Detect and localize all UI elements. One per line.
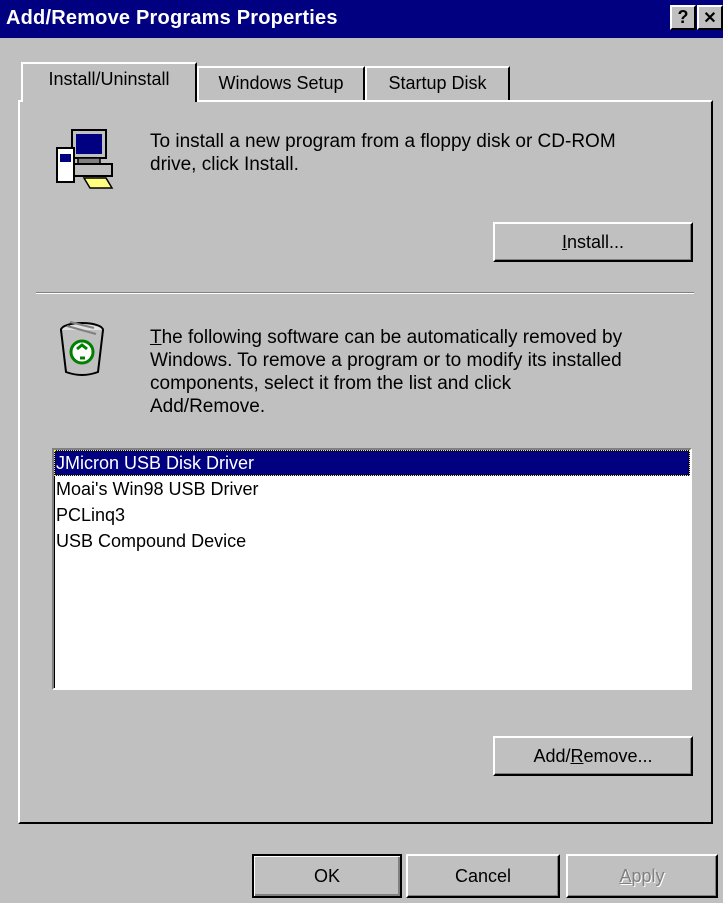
window-title: Add/Remove Programs Properties — [6, 7, 338, 29]
install-button-label: nstall... — [566, 232, 625, 252]
tab-label: Install/Uninstall — [48, 69, 170, 89]
list-item[interactable]: USB Compound Device — [54, 528, 690, 554]
tab-startup-disk[interactable]: Startup Disk — [365, 66, 510, 100]
tab-windows-setup[interactable]: Windows Setup — [197, 66, 365, 100]
tab-label: Startup Disk — [388, 73, 487, 93]
apply-button-label: Apply — [619, 866, 664, 886]
section-divider — [36, 292, 694, 294]
add-remove-button-label: emove... — [583, 746, 653, 766]
install-instruction-line1: To install a new program from a floppy d… — [150, 131, 616, 152]
list-item[interactable]: JMicron USB Disk Driver — [54, 450, 690, 476]
remove-mnemonic: T — [150, 327, 162, 348]
remove-instruction-text: he following software can be automatical… — [161, 327, 623, 348]
title-bar[interactable]: Add/Remove Programs Properties ? ✕ — [0, 0, 723, 38]
remove-instruction-line2: Windows. To remove a program or to modif… — [150, 350, 622, 371]
remove-instruction-line1: The following software can be automatica… — [150, 326, 622, 349]
recycle-bin-icon — [60, 321, 104, 376]
tab-panel: To install a new program from a floppy d… — [18, 100, 713, 824]
list-item[interactable]: Moai's Win98 USB Driver — [54, 476, 690, 502]
add-remove-button[interactable]: Add/Remove... — [493, 736, 693, 776]
help-icon: ? — [677, 7, 689, 27]
software-listbox[interactable]: JMicron USB Disk Driver Moai's Win98 USB… — [52, 448, 692, 690]
apply-button[interactable]: Apply — [566, 854, 718, 898]
list-item[interactable]: PCLinq3 — [54, 502, 690, 528]
computer-install-icon — [56, 129, 114, 189]
cancel-button[interactable]: Cancel — [406, 854, 560, 898]
install-button[interactable]: Install... — [493, 222, 693, 262]
add-remove-button-mnemonic: R — [570, 746, 584, 766]
cancel-button-label: Cancel — [454, 866, 512, 886]
ok-button-label: OK — [313, 866, 340, 886]
ok-button[interactable]: OK — [252, 854, 402, 898]
apply-mnemonic: A — [619, 866, 632, 886]
install-instruction-line2: drive, click Install. — [150, 154, 299, 175]
help-button[interactable]: ? — [670, 5, 696, 30]
close-button[interactable]: ✕ — [697, 5, 723, 30]
remove-instruction-line4: Add/Remove. — [150, 396, 266, 417]
tab-install-uninstall[interactable]: Install/Uninstall — [21, 62, 197, 102]
remove-instruction-line3: components, select it from the list and … — [150, 373, 512, 394]
add-remove-button-prefix: Add/ — [533, 746, 571, 766]
close-icon: ✕ — [703, 10, 717, 27]
tab-label: Windows Setup — [218, 73, 344, 93]
apply-label-rest: pply — [631, 866, 665, 886]
